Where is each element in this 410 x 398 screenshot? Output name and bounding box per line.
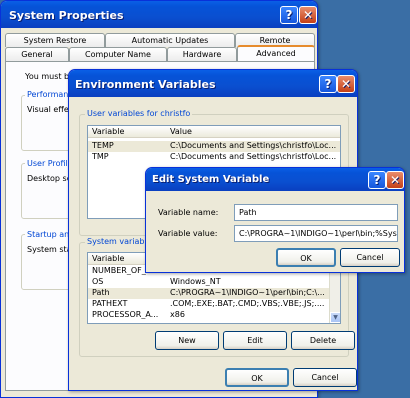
tab-computer-name[interactable]: Computer Name [69,47,167,61]
close-button[interactable]: ✕ [299,6,317,24]
tab-advanced[interactable]: Advanced [237,45,315,61]
variable-name: PATHEXT [92,299,128,308]
user-profiles-text: Desktop se [27,174,72,183]
help-button[interactable]: ? [368,171,386,189]
variable-name-label: Variable name: [158,208,219,217]
column-variable[interactable]: Variable [92,127,124,136]
table-row[interactable]: TMP C:\Documents and Settings\christfo\L… [88,152,340,163]
variable-name: OS [92,277,104,286]
ok-button[interactable]: OK [225,368,289,387]
variable-value: C:\PROGRA~1\INDIGO~1\perl\bin;C:\... [170,288,325,297]
edit-system-variable-title: Edit System Variable [152,174,270,185]
edit-system-variable-titlebar[interactable]: Edit System Variable ? ✕ [146,168,404,191]
table-row[interactable]: TEMP C:\Documents and Settings\christfo\… [88,141,340,152]
ok-button[interactable]: OK [276,248,336,267]
variable-value: Windows_NT [170,277,221,286]
edit-button[interactable]: Edit [223,331,287,350]
table-row[interactable]: PATHEXT .COM;.EXE;.BAT;.CMD;.VBS;.VBE;.J… [88,299,340,310]
tab-automatic-updates[interactable]: Automatic Updates [105,33,235,47]
help-button[interactable]: ? [319,75,337,93]
variable-value: x86 [170,310,185,319]
scroll-down-icon[interactable]: ▼ [330,312,340,323]
variable-value: C:\Documents and Settings\christfo\Loc..… [170,152,337,161]
performance-text: Visual effec [27,105,74,114]
tab-system-restore[interactable]: System Restore [5,33,105,47]
close-button[interactable]: ✕ [337,75,355,93]
system-properties-titlebar[interactable]: System Properties ? ✕ [1,1,317,28]
table-row[interactable]: OS Windows_NT [88,277,340,288]
variable-name: Path [92,288,110,297]
variable-value: C:\Documents and Settings\christfo\Loc..… [170,141,337,150]
column-value[interactable]: Value [170,127,192,136]
environment-variables-title: Environment Variables [75,78,216,91]
tab-hardware[interactable]: Hardware [167,47,237,61]
table-row[interactable]: PROCESSOR_A... x86 [88,310,340,321]
cancel-button[interactable]: Cancel [293,368,357,387]
delete-button[interactable]: Delete [291,331,355,350]
user-variables-group-title: User variables for christfo [85,109,193,118]
new-button[interactable]: New [155,331,219,350]
intro-text: You must be [25,72,75,81]
close-button[interactable]: ✕ [386,171,404,189]
cancel-button[interactable]: Cancel [340,248,400,267]
variable-value-field[interactable]: C:\PROGRA~1\INDIGO~1\perl\bin;%Syste [234,225,398,242]
column-variable[interactable]: Variable [92,254,124,263]
environment-variables-titlebar[interactable]: Environment Variables ? ✕ [69,70,357,97]
variable-value: .COM;.EXE;.BAT;.CMD;.VBS;.VBE;.JS;.... [170,299,325,308]
variable-value-label: Variable value: [158,229,218,238]
help-button[interactable]: ? [280,6,298,24]
variable-name: TMP [92,152,109,161]
edit-system-variable-window: Edit System Variable ? ✕ Variable name: … [145,167,405,273]
list-header: Variable Value [88,126,340,138]
variable-name: TEMP [92,141,114,150]
system-properties-title: System Properties [9,9,124,22]
variable-name-field[interactable]: Path [234,204,398,221]
variable-name: PROCESSOR_A... [92,310,159,319]
table-row[interactable]: Path C:\PROGRA~1\INDIGO~1\perl\bin;C:\..… [88,288,340,299]
tab-general[interactable]: General [5,47,69,61]
